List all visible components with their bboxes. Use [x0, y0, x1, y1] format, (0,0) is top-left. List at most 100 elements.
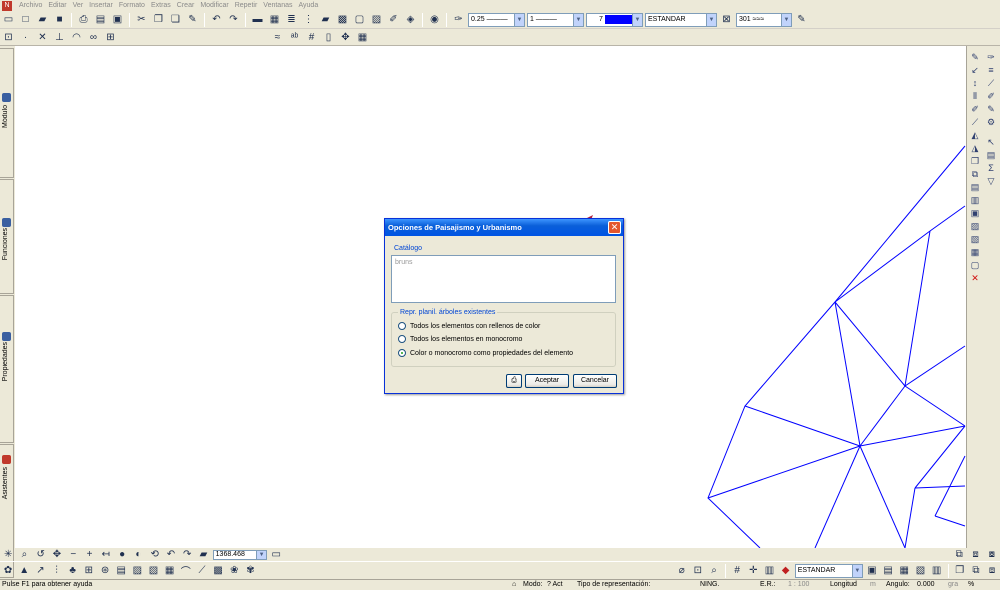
- menu-modificar[interactable]: Modificar: [197, 2, 231, 9]
- catalog-list[interactable]: bruns: [391, 255, 616, 303]
- view-icon[interactable]: ⟲: [148, 547, 162, 562]
- ruler-icon[interactable]: ▥: [762, 563, 776, 578]
- print-preview-icon[interactable]: ▤: [93, 12, 108, 27]
- option-element-properties[interactable]: Color o monocromo como propiedades del e…: [398, 349, 573, 357]
- copy-icon[interactable]: ❐: [151, 12, 166, 27]
- window-arrange-icon[interactable]: ⧈: [968, 547, 982, 562]
- image-icon[interactable]: ▩: [335, 12, 350, 27]
- format-painter-icon[interactable]: ✎: [185, 12, 200, 27]
- hatch-icon[interactable]: ⊠: [719, 12, 734, 27]
- option-color-fill[interactable]: Todos los elementos con rellenos de colo…: [398, 322, 540, 330]
- grid-icon[interactable]: ⊞: [103, 30, 118, 45]
- layer-lock-icon[interactable]: ▦: [897, 563, 911, 578]
- settings-icon[interactable]: ⚙: [985, 116, 997, 128]
- cut-icon[interactable]: ✂: [134, 12, 149, 27]
- layer-icon[interactable]: ◆: [779, 563, 793, 578]
- grid-icon[interactable]: #: [730, 563, 744, 578]
- layer-set-icon[interactable]: ▦: [267, 12, 282, 27]
- menu-ver[interactable]: Ver: [70, 2, 87, 9]
- cancel-button[interactable]: Cancelar: [573, 374, 617, 388]
- new-file-icon[interactable]: □: [18, 12, 33, 27]
- zoom-out-icon[interactable]: −: [66, 547, 80, 562]
- open-folder-icon[interactable]: ▰: [35, 12, 50, 27]
- path-icon[interactable]: ↗: [33, 563, 47, 578]
- table-icon[interactable]: ▦: [355, 30, 370, 45]
- measure-icon[interactable]: ⌀: [675, 563, 689, 578]
- eyedropper-icon[interactable]: ✑: [451, 12, 466, 27]
- color-select[interactable]: 7 ▼: [586, 12, 643, 27]
- tab-funciones[interactable]: Funciones: [0, 179, 14, 294]
- plant-icon[interactable]: ✾: [243, 563, 257, 578]
- binoculars-icon[interactable]: ⊛: [98, 563, 112, 578]
- 3d-cube-icon[interactable]: ◈: [403, 12, 418, 27]
- window-icon[interactable]: ⧈: [985, 563, 999, 578]
- text-abc-icon[interactable]: ᵃᵇ: [287, 30, 302, 45]
- plant-icon[interactable]: ❀: [227, 563, 241, 578]
- window-icon[interactable]: ▢: [352, 12, 367, 27]
- layer-element-icon[interactable]: ▦: [969, 246, 981, 258]
- point-icon[interactable]: ·: [18, 30, 33, 45]
- catalog-item[interactable]: bruns: [395, 259, 413, 266]
- text-style-icon[interactable]: ≈: [270, 30, 285, 45]
- open-project-icon[interactable]: ▰: [318, 12, 333, 27]
- menu-extras[interactable]: Extras: [148, 2, 174, 9]
- draw-tool-icon[interactable]: ↕: [969, 77, 981, 89]
- view-icon[interactable]: ↷: [180, 547, 194, 562]
- record-icon[interactable]: ●: [115, 547, 129, 562]
- scale-select[interactable]: 1368.468 ▼: [212, 549, 268, 560]
- window-icon[interactable]: ⧉: [969, 563, 983, 578]
- pen-icon[interactable]: ⟋: [985, 77, 997, 89]
- document-icon[interactable]: ▯: [321, 30, 336, 45]
- menu-repetir[interactable]: Repetir: [232, 2, 261, 9]
- intersect-icon[interactable]: ✕: [35, 30, 50, 45]
- area-icon[interactable]: ▩: [211, 563, 225, 578]
- layer-element-icon[interactable]: ▧: [969, 233, 981, 245]
- arc-icon[interactable]: ◠: [69, 30, 84, 45]
- open-folder-icon[interactable]: ▰: [196, 547, 210, 562]
- draw-tool-icon[interactable]: ↙: [969, 64, 981, 76]
- zoom-in-icon[interactable]: +: [82, 547, 96, 562]
- redo-icon[interactable]: ↷: [226, 12, 241, 27]
- eyedropper-icon[interactable]: ✑: [985, 51, 997, 63]
- ok-button[interactable]: Aceptar: [525, 374, 569, 388]
- line-props-icon[interactable]: ≡: [985, 64, 997, 76]
- window-arrange-icon[interactable]: ⧉: [952, 547, 966, 562]
- building-icon[interactable]: ▥: [930, 563, 944, 578]
- layer-element-icon[interactable]: ▢: [969, 259, 981, 271]
- filter-icon[interactable]: ▽: [985, 175, 997, 187]
- menu-formato[interactable]: Formato: [116, 2, 148, 9]
- pen-thickness-select[interactable]: 0.25 ——— ▼: [468, 12, 525, 27]
- paste-icon[interactable]: ❏: [168, 12, 183, 27]
- new-window-icon[interactable]: ▭: [1, 12, 16, 27]
- hatch-icon[interactable]: ▨: [130, 563, 144, 578]
- mirror-icon[interactable]: ◮: [969, 142, 981, 154]
- undo-icon[interactable]: ↶: [209, 12, 224, 27]
- layer-select[interactable]: ESTANDAR ▼: [645, 12, 717, 27]
- copy-element-icon[interactable]: ⧉: [969, 168, 981, 180]
- line-type-select[interactable]: 1 ——— ▼: [527, 12, 584, 27]
- pen-icon[interactable]: ✐: [985, 90, 997, 102]
- snap-icon[interactable]: ⊡: [1, 30, 16, 45]
- link-icon[interactable]: ∞: [86, 30, 101, 45]
- sheet-icon[interactable]: ▭: [269, 547, 283, 562]
- tree-icon[interactable]: ♣: [66, 563, 80, 578]
- window-icon[interactable]: ❐: [953, 563, 967, 578]
- option-monochrome[interactable]: Todos los elementos en monocromo: [398, 335, 522, 343]
- zoom-all-icon[interactable]: ✳: [1, 547, 15, 562]
- layer-icon[interactable]: ▬: [250, 12, 265, 27]
- menu-ayuda[interactable]: Ayuda: [296, 2, 322, 9]
- menu-crear[interactable]: Crear: [174, 2, 198, 9]
- terrain-icon[interactable]: ▲: [17, 563, 31, 578]
- plant-icon[interactable]: ✿: [1, 563, 15, 578]
- group-icon[interactable]: ⊞: [82, 563, 96, 578]
- draw-tool-icon[interactable]: ⫴: [969, 90, 981, 102]
- pen-icon[interactable]: ✎: [985, 103, 997, 115]
- layer-element-icon[interactable]: ▣: [969, 207, 981, 219]
- layer-visibility-icon[interactable]: ▤: [881, 563, 895, 578]
- layer-element-icon[interactable]: ▥: [969, 194, 981, 206]
- save-icon[interactable]: ■: [52, 12, 67, 27]
- view-icon[interactable]: ◐: [131, 547, 145, 562]
- zoom-window-icon[interactable]: ⌕: [17, 547, 31, 562]
- radio-button[interactable]: [398, 322, 406, 330]
- zoom-prev-icon[interactable]: ↺: [34, 547, 48, 562]
